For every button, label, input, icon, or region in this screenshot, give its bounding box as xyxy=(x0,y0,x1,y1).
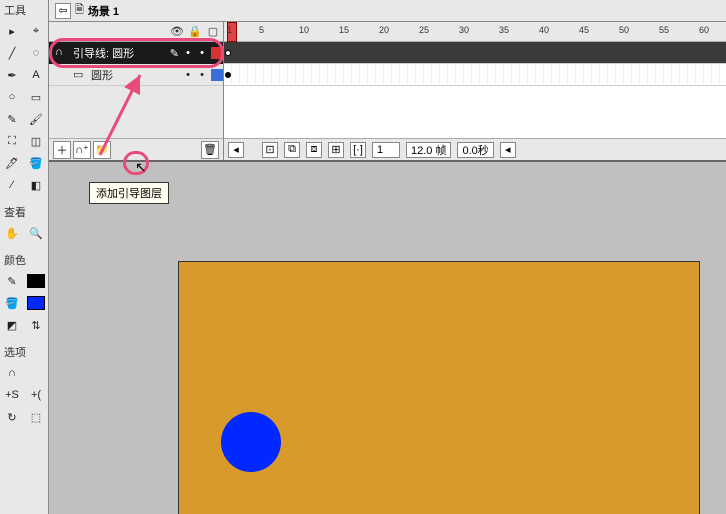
hand-tool[interactable]: ✋ xyxy=(0,222,24,244)
stage-area[interactable] xyxy=(49,162,726,514)
ruler-mark: 1 xyxy=(227,25,232,35)
visibility-dot-2[interactable]: • xyxy=(183,69,193,81)
guide-layer-name: 引导线: 圆形 xyxy=(73,45,166,61)
color-swap[interactable]: ⇅ xyxy=(24,314,48,336)
delete-layer-button[interactable]: 🗑 xyxy=(201,141,219,159)
pen-tool[interactable]: ✒ xyxy=(0,64,24,86)
eraser-tool[interactable]: ◧ xyxy=(24,174,48,196)
visibility-dot[interactable]: • xyxy=(183,47,193,59)
guide-frames-row[interactable] xyxy=(224,42,726,64)
option-straighten[interactable]: +( xyxy=(24,384,48,406)
timeline-ruler[interactable]: 1 5 10 15 20 25 30 35 40 45 50 55 60 65 xyxy=(224,22,726,42)
edit-multiple-button[interactable]: ⊞ xyxy=(328,142,344,158)
paint-bucket-tool[interactable]: 🪣 xyxy=(24,152,48,174)
subselection-tool[interactable]: ⌖ xyxy=(24,20,48,42)
scroll-left-button[interactable]: ◂ xyxy=(228,142,244,158)
outline-swatch-2[interactable] xyxy=(211,69,223,81)
section-color: 颜色 xyxy=(0,250,48,270)
option-magnet[interactable]: ∩ xyxy=(0,362,24,384)
guide-layer-icon: ∩ xyxy=(55,46,69,60)
center-frame-button[interactable]: ⊡ xyxy=(262,142,278,158)
stage-canvas[interactable] xyxy=(179,262,699,514)
outline-swatch[interactable] xyxy=(211,47,223,59)
ruler-mark: 25 xyxy=(419,25,429,35)
ruler-mark: 50 xyxy=(619,25,629,35)
ink-bottle-tool[interactable]: 🖋 xyxy=(0,152,24,174)
section-options: 选项 xyxy=(0,342,48,362)
scroll-left-arrow[interactable]: ◂ xyxy=(500,142,516,158)
shape-layer-name: 圆形 xyxy=(91,67,179,83)
rectangle-tool[interactable]: ▭ xyxy=(24,86,48,108)
oval-tool[interactable]: ○ xyxy=(0,86,24,108)
pencil-active-icon: ✎ xyxy=(170,47,179,60)
free-transform-tool[interactable]: ⛶ xyxy=(0,130,24,152)
ruler-mark: 15 xyxy=(339,25,349,35)
color-default[interactable]: ◩ xyxy=(0,314,24,336)
normal-layer-icon: ▭ xyxy=(73,68,87,82)
stroke-color[interactable]: ✎ xyxy=(0,270,24,292)
eye-column-icon[interactable]: 👁 xyxy=(171,26,183,38)
modify-markers-button[interactable]: [·] xyxy=(350,142,366,158)
ruler-mark: 45 xyxy=(579,25,589,35)
add-guide-layer-button[interactable]: ∩⁺ xyxy=(73,141,91,159)
ruler-mark: 35 xyxy=(499,25,509,35)
pencil-tool[interactable]: ✎ xyxy=(0,108,24,130)
blue-circle-shape[interactable] xyxy=(221,412,281,472)
ruler-mark: 5 xyxy=(259,25,264,35)
fill-swatch[interactable] xyxy=(24,292,48,314)
brush-tool[interactable]: 🖌 xyxy=(24,108,48,130)
option-smooth[interactable]: +S xyxy=(0,384,24,406)
shape-layer-row[interactable]: ▭ 圆形 • • xyxy=(49,64,223,86)
option-scale[interactable]: ⬚ xyxy=(24,406,48,428)
line-tool[interactable]: ╱ xyxy=(0,42,24,64)
outline-column-icon[interactable]: ▢ xyxy=(207,26,219,38)
guide-layer-row[interactable]: ∩ 引导线: 圆形 ✎ • • xyxy=(49,42,223,64)
zoom-tool[interactable]: 🔍 xyxy=(24,222,48,244)
option-blank-1[interactable] xyxy=(24,362,48,384)
current-frame-field: 1 xyxy=(372,142,400,158)
scene-back-button[interactable]: ⇦ xyxy=(55,3,71,19)
fill-color[interactable]: 🪣 xyxy=(0,292,24,314)
lock-column-icon[interactable]: 🔒 xyxy=(189,26,201,38)
elapsed-time-field: 0.0秒 xyxy=(457,142,493,158)
insert-folder-button[interactable]: 📁 xyxy=(93,141,111,159)
ruler-mark: 20 xyxy=(379,25,389,35)
fps-field: 12.0 帧 xyxy=(406,142,451,158)
lock-dot-2[interactable]: • xyxy=(197,69,207,81)
stroke-swatch[interactable] xyxy=(24,270,48,292)
text-tool[interactable]: A xyxy=(24,64,48,86)
scene-icon: 🗎 xyxy=(75,1,84,20)
onion-outline-button[interactable]: ⧈ xyxy=(306,142,322,158)
ruler-mark: 30 xyxy=(459,25,469,35)
fill-transform-tool[interactable]: ◫ xyxy=(24,130,48,152)
onion-skin-button[interactable]: ⧉ xyxy=(284,142,300,158)
tooltip: 添加引导图层 xyxy=(89,182,169,204)
insert-layer-button[interactable]: ＋ xyxy=(53,141,71,159)
ruler-mark: 55 xyxy=(659,25,669,35)
lasso-tool[interactable]: ◌ xyxy=(24,42,48,64)
lock-dot[interactable]: • xyxy=(197,47,207,59)
eyedropper-tool[interactable]: ⁄ xyxy=(0,174,24,196)
ruler-mark: 40 xyxy=(539,25,549,35)
ruler-mark: 10 xyxy=(299,25,309,35)
ruler-mark: 60 xyxy=(699,25,709,35)
shape-frames-row[interactable] xyxy=(224,64,726,86)
scene-label: 场景 1 xyxy=(88,3,119,19)
section-view: 查看 xyxy=(0,202,48,222)
toolbox-title: 工具 xyxy=(0,0,48,20)
option-rotate[interactable]: ↻ xyxy=(0,406,24,428)
selection-tool[interactable]: ▸ xyxy=(0,20,24,42)
